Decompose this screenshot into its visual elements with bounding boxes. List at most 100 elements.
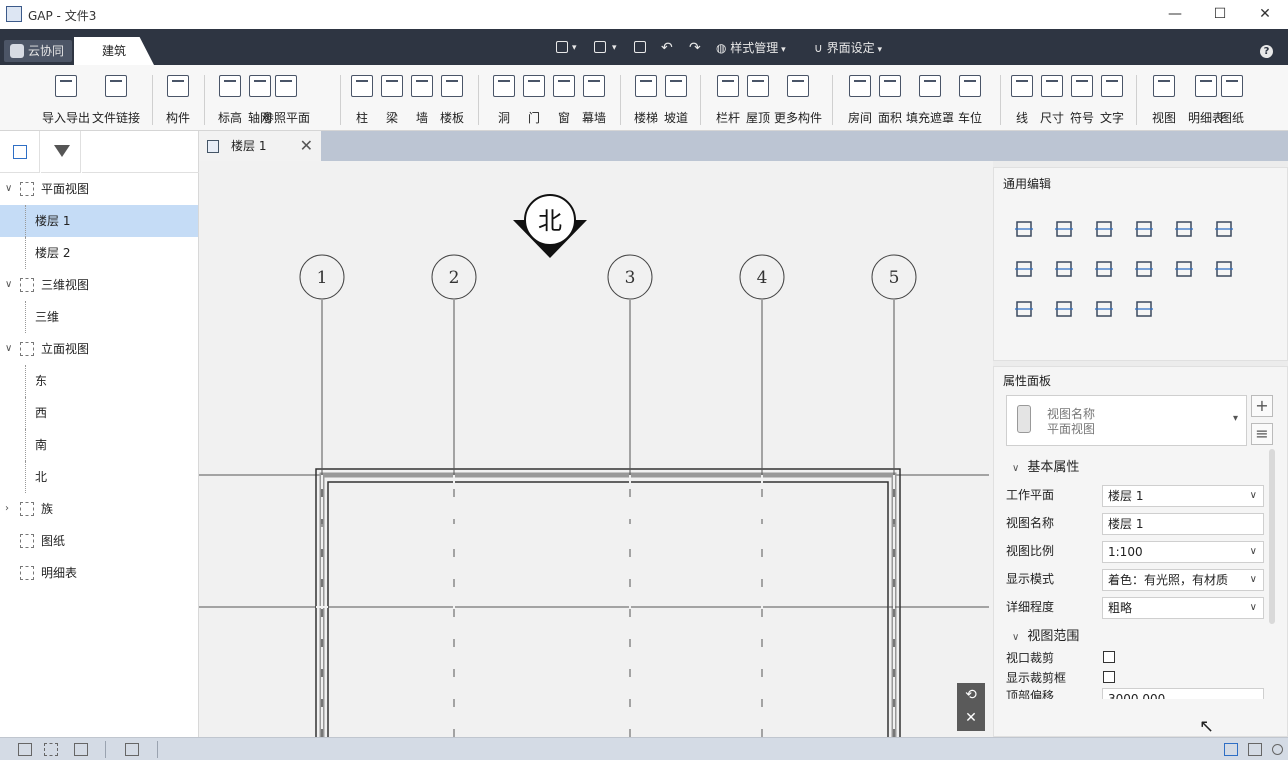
paste-align-icon[interactable] [1093,298,1115,320]
ribbon-button-ramp[interactable]: 坡道 [650,71,702,127]
tree-node[interactable]: ∨ 立面视图 [0,333,198,365]
ribbon-button-ref-plane[interactable]: 参照平面 [260,71,312,127]
extend-icon[interactable] [1093,258,1115,280]
chevron-down-icon[interactable]: ▾ [612,38,617,58]
move-icon[interactable] [1013,218,1035,240]
ribbon-tab-bar: 云协同 建筑 ▾ ▾ ↶ ↷ ◍ 样式管理 ▾ ∪ 界面设定 ▾ [0,29,1288,65]
table-icon[interactable] [125,743,139,756]
grid-bubble-label: 3 [625,268,636,288]
tab-architecture[interactable]: 建筑 [74,37,154,65]
duplicate-icon[interactable] [1013,258,1035,280]
ui-settings-menu[interactable]: ∪ 界面设定 ▾ [814,38,882,58]
cube-icon[interactable] [1248,743,1262,756]
view-node-icon [20,182,34,196]
undo-icon[interactable]: ↶ [661,38,673,58]
view-tree: ∨ 平面视图楼层 1 楼层 2 ∨ 三维视图 三维 ∨ 立面视图东西南北 › 族图纸明细表 [0,173,198,593]
wall-fill [319,472,897,737]
layout-split-icon[interactable] [44,743,58,756]
ribbon-button-component[interactable]: 构件 [152,71,204,127]
open-file-icon[interactable] [594,41,606,53]
tree-item[interactable]: 楼层 1 [0,205,198,237]
maximize-button[interactable]: ☐ [1205,4,1235,24]
chevron-right-icon[interactable]: › [5,493,15,525]
tree-item[interactable]: 南 [0,429,198,461]
redo-icon[interactable]: ↷ [689,38,701,58]
chevron-down-icon[interactable]: ∨ [5,333,15,365]
mirror-icon[interactable] [1213,258,1235,280]
array-icon[interactable] [1133,258,1155,280]
ribbon-button-curtain-wall[interactable]: 幕墙 [568,71,620,127]
tree-label: 西 [35,406,48,420]
view-mode-icon[interactable] [1224,743,1238,756]
save-icon[interactable] [634,41,646,53]
ribbon-button-more-components[interactable]: 更多构件 [772,71,824,127]
settings-icon[interactable] [1272,744,1283,755]
tree-label: 平面视图 [41,182,90,196]
close-button[interactable]: ✕ [1250,4,1280,24]
tree-item[interactable]: 西 [0,397,198,429]
chevron-down-icon[interactable]: ▾ [572,38,577,58]
tree-label: 图纸 [41,534,66,548]
rotate-icon[interactable] [1093,218,1115,240]
chevron-down-icon[interactable]: ∨ [5,173,15,205]
tree-item[interactable]: 东 [0,365,198,397]
tree-item[interactable]: 楼层 2 [0,237,198,269]
roof-icon [747,75,769,97]
copy-icon[interactable] [1053,218,1075,240]
ribbon-button-parking[interactable]: 车位 [944,71,996,127]
reset-view-icon[interactable]: ⟲ [957,683,985,707]
layout-grid-icon[interactable] [18,743,32,756]
measure-icon[interactable] [1133,298,1155,320]
ribbon-separator [1136,75,1137,125]
tree-item[interactable]: 北 [0,461,198,493]
north-label: 北 [538,207,562,235]
doc-tab-floor1[interactable]: 楼层 1 ✕ [199,131,321,161]
ribbon-button-cad-import[interactable]: 导入导出 [40,71,92,127]
ribbon-separator [204,75,205,125]
curtain-wall-icon [583,75,605,97]
delete-icon[interactable] [1013,298,1035,320]
doc-tab-label: 楼层 1 [231,139,267,153]
property-checkbox[interactable] [1103,651,1115,663]
tree-node[interactable]: 图纸 [0,525,198,557]
wall-inner [327,481,889,737]
cloud-icon [10,44,24,58]
tree-label: 东 [35,374,48,388]
ribbon-button-label: 构件 [165,111,190,125]
property-scrollbar[interactable] [1269,449,1275,624]
chevron-down-icon[interactable]: ∨ [5,269,15,301]
style-manage-menu[interactable]: ◍ 样式管理 ▾ [716,38,786,58]
3d-component-icon[interactable] [1053,298,1075,320]
ribbon-separator [152,75,153,125]
tree-node[interactable]: 明细表 [0,557,198,589]
right-panel: 通用编辑 属性面板 视图名称 平面视图 ▾ + ≡ ∨ 基本属性 工作平面 楼层 1… [993,161,1288,737]
trim-icon[interactable] [1213,218,1235,240]
cloud-collab-tab[interactable]: 云协同 [4,40,72,62]
cloud-collab-label: 云协同 [28,44,65,58]
view-node-icon [20,502,34,516]
app-logo-icon [6,6,22,22]
tree-node[interactable]: ∨ 平面视图 [0,173,198,205]
help-icon[interactable]: ? [1260,45,1273,58]
close-view-icon[interactable]: ✕ [957,707,985,731]
browser-view-toggle[interactable] [0,131,40,173]
ribbon-button-file-link[interactable]: 文件链接 [90,71,142,127]
group-icon[interactable] [1173,258,1195,280]
tree-item[interactable]: 三维 [0,301,198,333]
tree-node[interactable]: › 族 [0,493,198,525]
minimize-button[interactable]: — [1160,4,1190,24]
ribbon-button-label: 楼板 [439,111,464,125]
ribbon-button-sheet[interactable]: 图纸 [1206,71,1258,127]
ribbon-button-text[interactable]: 文字 [1086,71,1138,127]
new-file-icon[interactable] [556,41,568,53]
ribbon-button-floor[interactable]: 楼板 [426,71,478,127]
align-icon[interactable] [1133,218,1155,240]
property-checkbox[interactable] [1103,671,1115,683]
offset-icon[interactable] [1053,258,1075,280]
layout-tiles-icon[interactable] [74,743,88,756]
browser-filter-button[interactable] [41,131,81,173]
tree-node[interactable]: ∨ 三维视图 [0,269,198,301]
split-icon[interactable] [1173,218,1195,240]
close-tab-icon[interactable]: ✕ [300,131,313,161]
drawing-canvas[interactable]: 1 2 3 4 5 北 [199,161,993,737]
